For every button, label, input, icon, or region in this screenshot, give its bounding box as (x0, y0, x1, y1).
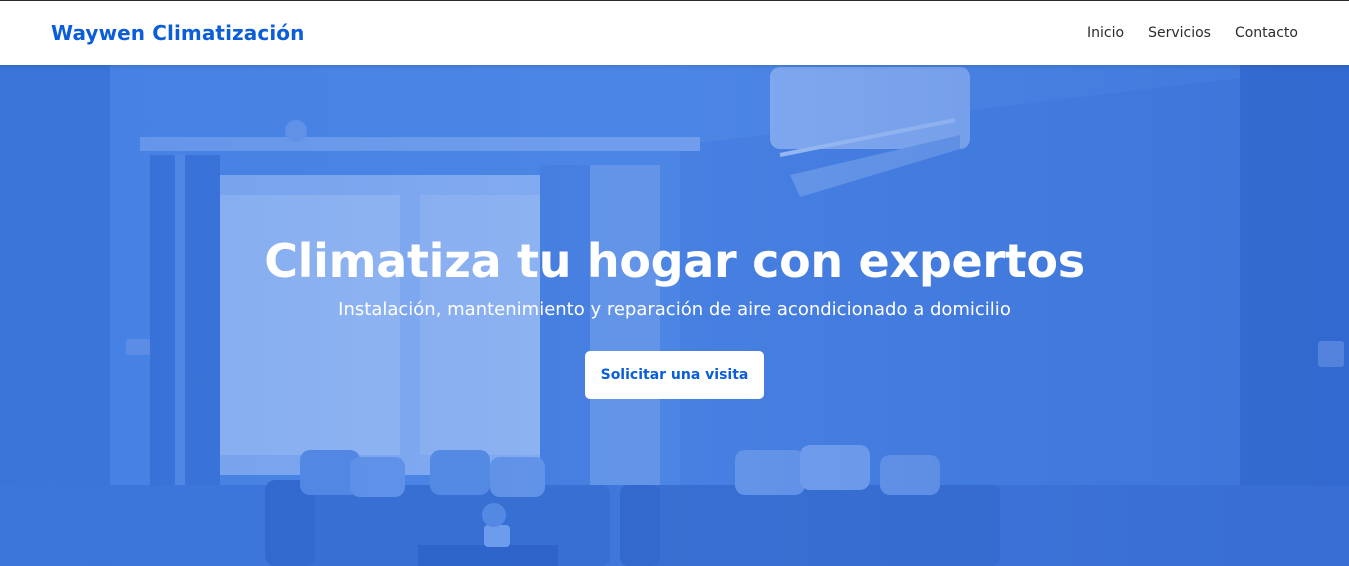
navbar: Waywen Climatización Inicio Servicios Co… (0, 1, 1349, 65)
brand-logo-link[interactable]: Waywen Climatización (51, 21, 304, 45)
hero-title: Climatiza tu hogar con expertos (264, 234, 1085, 288)
request-visit-button[interactable]: Solicitar una visita (585, 351, 764, 399)
nav-link-inicio[interactable]: Inicio (1087, 25, 1124, 41)
nav-link-servicios[interactable]: Servicios (1148, 25, 1211, 41)
nav-link-contacto[interactable]: Contacto (1235, 25, 1298, 41)
hero-section: Climatiza tu hogar con expertos Instalac… (0, 65, 1349, 566)
hero-subtitle: Instalación, mantenimiento y reparación … (338, 299, 1011, 320)
hero-content: Climatiza tu hogar con expertos Instalac… (0, 65, 1349, 566)
main-nav: Inicio Servicios Contacto (1087, 25, 1298, 41)
